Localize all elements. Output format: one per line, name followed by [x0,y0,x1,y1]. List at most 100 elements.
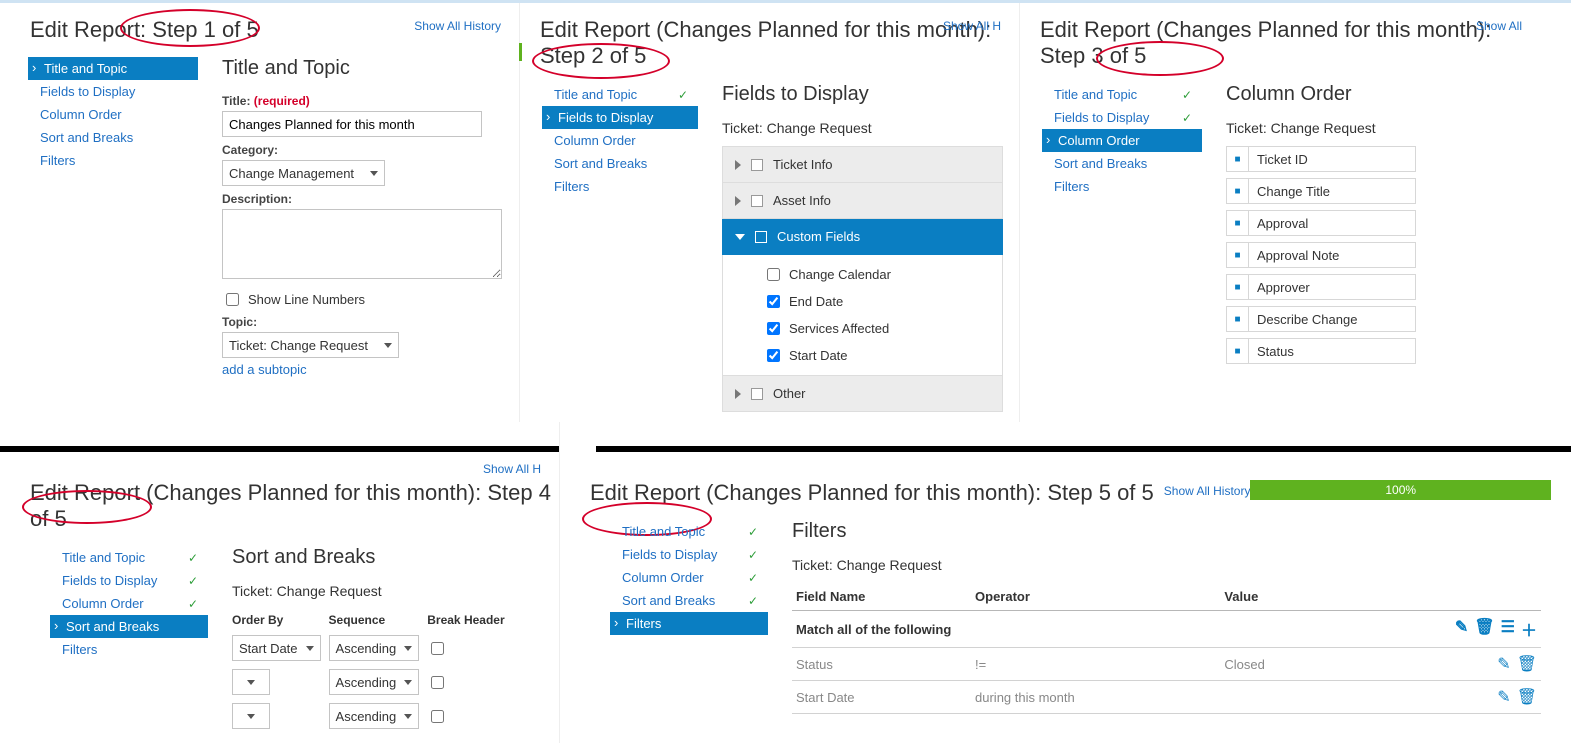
nav-fields[interactable]: Fields to Display✓ [610,543,768,566]
nav-column-order[interactable]: Column Order✓ [50,592,208,615]
nav-filters[interactable]: Filters [610,612,768,635]
group-checkbox[interactable] [755,231,767,243]
drag-handle-icon[interactable]: ■ [1227,147,1249,171]
break-header-checkbox[interactable] [431,676,444,689]
chevron-down-icon [306,646,314,651]
column-item[interactable]: ■Change Title [1226,178,1416,204]
group-checkbox[interactable] [751,388,763,400]
drag-handle-icon[interactable]: ■ [1227,307,1249,331]
nav-filters[interactable]: Filters [28,149,198,172]
nav-fields[interactable]: Fields to Display [542,106,698,129]
topic-select[interactable]: Ticket: Change Request [222,332,399,358]
ticket-subheading: Ticket: Change Request [792,557,1541,573]
nav-filters[interactable]: Filters [50,638,208,661]
description-textarea[interactable] [222,209,502,279]
break-header-checkbox[interactable] [431,710,444,723]
title-input[interactable] [222,111,482,137]
sequence-select[interactable]: Ascending [329,635,420,661]
field-checkbox[interactable] [767,349,780,362]
list-icon[interactable]: ☰ [1501,617,1515,641]
check-icon: ✓ [1182,88,1192,102]
column-item[interactable]: ■Approval Note [1226,242,1416,268]
column-item[interactable]: ■Approver [1226,274,1416,300]
add-subtopic-link[interactable]: add a subtopic [222,362,503,377]
order-by-select[interactable] [232,669,270,695]
field-checkbox[interactable] [767,268,780,281]
show-line-numbers-checkbox[interactable] [226,293,239,306]
topic-label: Topic: [222,315,503,329]
field-checkbox[interactable] [767,322,780,335]
nav-filters[interactable]: Filters [542,175,698,198]
group-other[interactable]: Other [722,376,1003,412]
col-break-header: Break Header [427,609,512,631]
edit-icon[interactable]: ✎ [1455,617,1468,641]
nav-sort-breaks[interactable]: Sort and Breaks [28,126,198,149]
show-all-history-link[interactable]: Show All History [1164,484,1251,498]
drag-handle-icon[interactable]: ■ [1227,179,1249,203]
show-all-history-link[interactable]: Show All History [414,19,501,33]
nav-title-topic[interactable]: Title and Topic✓ [542,83,698,106]
column-item[interactable]: ■Status [1226,338,1416,364]
group-checkbox[interactable] [751,195,763,207]
nav-title-topic[interactable]: Title and Topic [28,57,198,80]
category-label: Category: [222,143,503,157]
nav-column-order[interactable]: Column Order [542,129,698,152]
nav-fields[interactable]: Fields to Display✓ [1042,106,1202,129]
break-header-checkbox[interactable] [431,642,444,655]
chevron-down-icon [404,680,412,685]
show-all-history-link[interactable]: Show All H [483,462,541,476]
check-icon: ✓ [748,571,758,585]
group-asset-info[interactable]: Asset Info [722,183,1003,219]
sequence-select[interactable]: Ascending [329,703,420,729]
group-body: Change Calendar End Date Services Affect… [722,255,1003,376]
edit-icon[interactable]: ✎ [1497,654,1510,674]
wizard-sidenav: Title and Topic✓ Fields to Display✓ Colu… [1042,83,1202,380]
nav-sort-breaks[interactable]: Sort and Breaks [542,152,698,175]
nav-column-order[interactable]: Column Order [28,103,198,126]
chevron-down-icon [247,714,255,719]
chevron-down-icon [404,646,412,651]
nav-title-topic[interactable]: Title and Topic✓ [610,520,768,543]
chevron-right-icon [735,160,741,170]
nav-sort-breaks[interactable]: Sort and Breaks✓ [610,589,768,612]
filter-field: Start Date [792,681,971,714]
group-checkbox[interactable] [751,159,763,171]
nav-sort-breaks[interactable]: Sort and Breaks [1042,152,1202,175]
trash-icon[interactable]: 🗑 [1517,687,1537,707]
nav-column-order[interactable]: Column Order [1042,129,1202,152]
group-ticket-info[interactable]: Ticket Info [722,146,1003,183]
category-select[interactable]: Change Management [222,160,385,186]
drag-handle-icon[interactable]: ■ [1227,339,1249,363]
trash-icon[interactable]: 🗑 [1517,654,1537,674]
trash-icon[interactable]: 🗑 [1474,617,1494,641]
column-item[interactable]: ■Describe Change [1226,306,1416,332]
nav-column-order[interactable]: Column Order✓ [610,566,768,589]
order-by-select[interactable]: Start Date [232,635,321,661]
wizard-sidenav: Title and Topic✓ Fields to Display Colum… [542,83,698,422]
nav-fields[interactable]: Fields to Display✓ [50,569,208,592]
edit-icon[interactable]: ✎ [1497,687,1510,707]
field-checkbox[interactable] [767,295,780,308]
show-all-link[interactable]: Show All [1476,19,1522,33]
drag-handle-icon[interactable]: ■ [1227,243,1249,267]
nav-title-topic[interactable]: Title and Topic✓ [50,546,208,569]
filter-operator: != [971,648,1220,681]
nav-title-topic[interactable]: Title and Topic✓ [1042,83,1202,106]
check-icon: ✓ [188,551,198,565]
nav-filters[interactable]: Filters [1042,175,1202,198]
check-icon: ✓ [188,597,198,611]
page-title: Edit Report (Changes Planned for this mo… [30,480,559,532]
col-operator: Operator [971,583,1220,611]
drag-handle-icon[interactable]: ■ [1227,211,1249,235]
nav-sort-breaks[interactable]: Sort and Breaks [50,615,208,638]
check-icon: ✓ [678,88,688,102]
show-all-history-link[interactable]: Show All H [943,19,1001,33]
add-icon[interactable]: ＋ [1521,617,1537,641]
drag-handle-icon[interactable]: ■ [1227,275,1249,299]
sequence-select[interactable]: Ascending [329,669,420,695]
column-item[interactable]: ■Approval [1226,210,1416,236]
column-item[interactable]: ■Ticket ID [1226,146,1416,172]
group-custom-fields[interactable]: Custom Fields [722,219,1003,255]
nav-fields[interactable]: Fields to Display [28,80,198,103]
order-by-select[interactable] [232,703,270,729]
